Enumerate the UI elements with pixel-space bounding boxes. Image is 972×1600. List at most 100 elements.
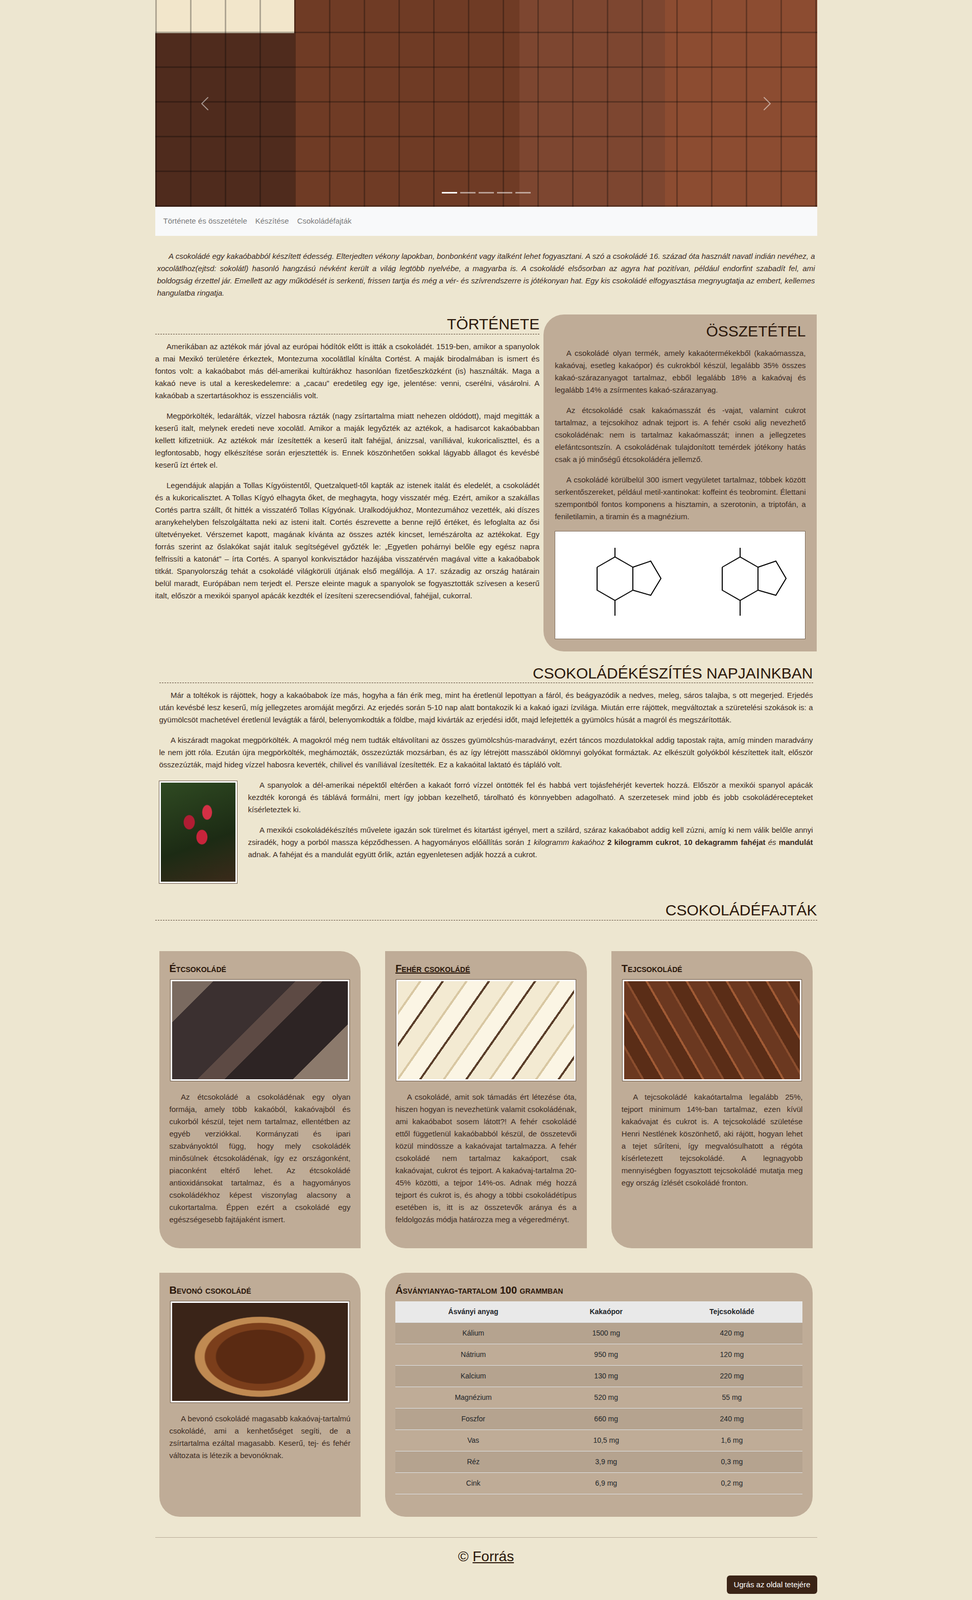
figure-block: A spanyolok a dél-amerikai népektől elté… bbox=[159, 779, 814, 889]
table-cell: 0,3 mg bbox=[660, 1451, 803, 1474]
cards-row: ÉtcsokoládéAz étcsokoládé a csokoládénak… bbox=[143, 927, 830, 1249]
chocolate-photo bbox=[396, 980, 576, 1082]
nav-list: Története és összetételeKészítéseCsokolá… bbox=[159, 211, 357, 232]
card-column: Fehér csokoládéA csokoládé, amit sok tám… bbox=[372, 951, 600, 1249]
table-cell: 950 mg bbox=[551, 1344, 661, 1366]
chevron-left-icon bbox=[196, 95, 213, 112]
varieties-section: CSOKOLÁDÉFAJTÁK ÉtcsokoládéAz étcsokoládé… bbox=[155, 901, 818, 1518]
table-cell: 3,9 mg bbox=[551, 1451, 661, 1474]
card-text: A bevonó csokoládé magasabb kakaóvaj-tar… bbox=[169, 1413, 351, 1463]
nav-link[interactable]: Története és összetétele bbox=[159, 211, 252, 232]
column-header: Tejcsokoládé bbox=[660, 1301, 803, 1324]
text-run: A spanyolok a dél-amerikai népektől elté… bbox=[248, 780, 814, 815]
hero-carousel bbox=[155, 0, 818, 207]
card-title: Bevonó csokoládé bbox=[169, 1284, 351, 1297]
slide-indicator[interactable] bbox=[515, 186, 531, 199]
table-cell: 0,2 mg bbox=[660, 1473, 803, 1495]
variety-card: Fehér csokoládéA csokoládé, amit sok tám… bbox=[385, 951, 587, 1249]
table-row: Foszfor660 mg240 mg bbox=[395, 1408, 803, 1431]
header-row: Ásványi anyagKakaóporTejcsokoládé bbox=[395, 1301, 803, 1324]
footer: © Forrás Ugrás az oldal tetejére bbox=[155, 1537, 818, 1596]
chevron-right-icon bbox=[759, 95, 776, 112]
card-text: A tejcsokoládé kakaótartalma legalább 25… bbox=[621, 1091, 803, 1190]
table-cell: Foszfor bbox=[395, 1408, 552, 1431]
paragraph: A csokoládé olyan termék, amely kakaóter… bbox=[554, 347, 806, 397]
back-to-top-button[interactable]: Ugrás az oldal tetejére bbox=[726, 1576, 817, 1596]
next-button[interactable] bbox=[717, 0, 817, 207]
table-row: Kalcium130 mg220 mg bbox=[395, 1365, 803, 1388]
table-column: Ásványianyag-tartalom 100 grammban Ásvány… bbox=[372, 1273, 825, 1518]
text-run: és bbox=[765, 838, 779, 847]
paragraph: A mexikói csokoládékészítés művelete iga… bbox=[159, 824, 814, 862]
table-cell: Réz bbox=[395, 1451, 552, 1474]
text-run: 1 kilogramm kakaóhoz bbox=[526, 838, 605, 847]
card-column: Tejcsokoládé A tejcsokoládé kakaótartalma… bbox=[599, 951, 826, 1249]
table-cell: 6,9 mg bbox=[551, 1473, 661, 1495]
variety-card: ÉtcsokoládéAz étcsokoládé a csokoládénak… bbox=[159, 951, 362, 1249]
table-cell: 420 mg bbox=[660, 1322, 803, 1345]
table-cell: Kálium bbox=[395, 1322, 552, 1345]
table-cell: Vas bbox=[395, 1430, 552, 1452]
table-cell: 1500 mg bbox=[551, 1322, 661, 1345]
table-cell: 55 mg bbox=[660, 1387, 803, 1409]
page: Története és összetételeKészítéseCsokolá… bbox=[149, 0, 824, 1595]
text-run: A kiszáradt magokat megpörkölték. A mago… bbox=[159, 736, 814, 770]
slide-indicator[interactable] bbox=[496, 186, 513, 199]
nav-link[interactable]: Készítése bbox=[251, 211, 294, 232]
text-run: 2 kilogramm cukrot bbox=[607, 838, 680, 847]
section-title: ÖSSZETÉTEL bbox=[554, 321, 806, 342]
theobromine-molecule-icon bbox=[691, 547, 794, 624]
table-cell: 130 mg bbox=[551, 1365, 661, 1388]
table-cell: 660 mg bbox=[551, 1408, 661, 1431]
minerals-table: Ásványi anyagKakaóporTejcsokoládéKálium1… bbox=[395, 1301, 803, 1496]
table-cell: Cink bbox=[395, 1473, 552, 1495]
paragraph: A spanyolok a dél-amerikai népektől elté… bbox=[159, 779, 814, 817]
paragraph: Az étcsokoládé csak kakaómasszát és -vaj… bbox=[554, 404, 806, 466]
section-title: CSOKOLÁDÉFAJTÁK bbox=[155, 901, 818, 921]
copyright-sign: © bbox=[458, 1549, 469, 1566]
card-text: A csokoládé, amit sok támadás ért létezé… bbox=[395, 1091, 577, 1227]
table-cell: 10,5 mg bbox=[551, 1430, 661, 1452]
table-cell: Nátrium bbox=[395, 1344, 552, 1366]
caffeine-molecule-icon bbox=[566, 547, 669, 624]
section-nav: Története és összetételeKészítéseCsokolá… bbox=[155, 206, 818, 236]
table-cell: 1,6 mg bbox=[660, 1430, 803, 1452]
nav-item: Története és összetétele bbox=[159, 211, 252, 232]
table-cell: Kalcium bbox=[395, 1365, 552, 1388]
text-run: Már a toltékok is rájöttek, hogy a kakaó… bbox=[159, 691, 814, 725]
card-title: Ásványianyag-tartalom 100 grammban bbox=[395, 1284, 803, 1297]
slide-indicator[interactable] bbox=[441, 186, 458, 199]
card-text: Az étcsokoládé a csokoládénak egy olyan … bbox=[169, 1091, 351, 1227]
variety-card: Bevonó csokoládé A bevonó csokoládé magas… bbox=[159, 1273, 362, 1518]
section-title: CSOKOLÁDÉKÉSZÍTÉS NAPJAINKBAN bbox=[159, 664, 814, 684]
card-title: Tejcsokoládé bbox=[621, 962, 803, 976]
table-head: Ásványi anyagKakaóporTejcsokoládé bbox=[395, 1301, 803, 1324]
intro-paragraph: A csokoládé egy kakaóbabból készített éd… bbox=[155, 250, 818, 300]
column-header: Kakaópor bbox=[551, 1301, 661, 1324]
table-cell: 520 mg bbox=[551, 1387, 661, 1409]
text-run: adnak. A fahéjat és a mandulát együtt őr… bbox=[248, 850, 538, 860]
table-cell: Magnézium bbox=[395, 1387, 552, 1409]
text-run: mandulát bbox=[778, 838, 814, 847]
prev-button[interactable] bbox=[155, 0, 255, 207]
button-wrap: Ugrás az oldal tetejére bbox=[155, 1576, 818, 1596]
table-row: Nátrium950 mg120 mg bbox=[395, 1344, 803, 1366]
chocolate-photo bbox=[170, 1301, 350, 1404]
paragraph: Legendájuk alapján a Tollas Kígyóistentő… bbox=[155, 479, 540, 603]
text-run bbox=[604, 838, 608, 847]
nav-link[interactable]: Csokoládéfajták bbox=[293, 211, 357, 232]
carousel-indicators bbox=[254, 186, 718, 199]
source-link[interactable]: Forrás bbox=[472, 1549, 514, 1566]
table-cell: 220 mg bbox=[660, 1365, 803, 1388]
molecule-figure bbox=[554, 531, 806, 640]
paragraph: Amerikában az aztékok már jóval az európ… bbox=[155, 340, 540, 402]
history-row: TÖRTÉNETEAmerikában az aztékok már jóval… bbox=[153, 310, 820, 652]
slide-indicator[interactable] bbox=[478, 186, 494, 199]
footer-text: © Forrás bbox=[155, 1546, 818, 1569]
card-column: ÉtcsokoládéAz étcsokoládé a csokoládénak… bbox=[147, 951, 374, 1249]
table-row: Kálium1500 mg420 mg bbox=[395, 1322, 803, 1345]
table-row: Réz3,9 mg0,3 mg bbox=[395, 1451, 803, 1474]
slide-indicator[interactable] bbox=[460, 186, 476, 199]
making-section: CSOKOLÁDÉKÉSZÍTÉS NAPJAINKBAN Már a tolté… bbox=[155, 664, 818, 890]
table-cell: 240 mg bbox=[660, 1408, 803, 1431]
